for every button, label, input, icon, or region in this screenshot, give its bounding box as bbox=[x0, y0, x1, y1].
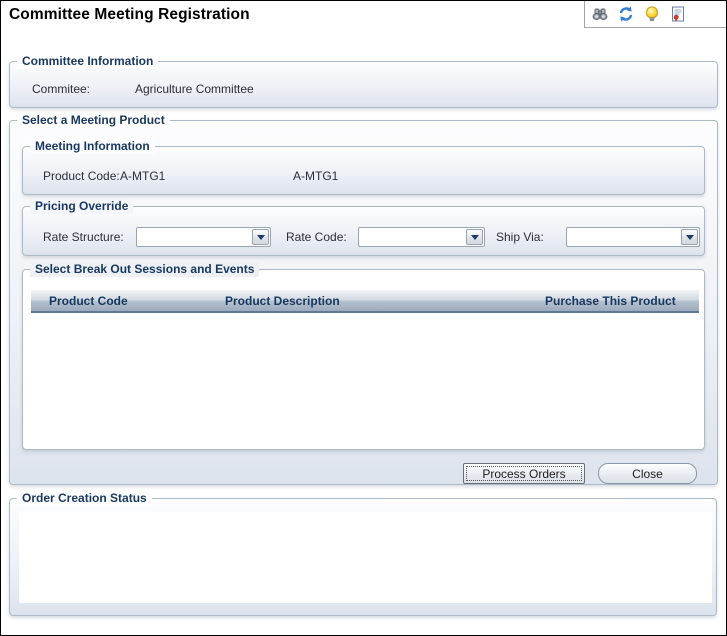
order-creation-status-panel: Order Creation Status bbox=[9, 491, 717, 616]
report-icon[interactable] bbox=[669, 5, 687, 23]
find-binoculars-icon[interactable] bbox=[591, 5, 609, 23]
committee-meeting-registration-window: Committee Meeting Registration Committee… bbox=[0, 0, 727, 636]
breakout-sessions-legend: Select Break Out Sessions and Events bbox=[30, 262, 260, 277]
process-orders-button[interactable]: Process Orders bbox=[463, 463, 585, 484]
page-title: Committee Meeting Registration bbox=[9, 6, 250, 23]
meeting-information-legend: Meeting Information bbox=[30, 139, 155, 154]
product-code-label: Product Code: bbox=[43, 169, 120, 183]
sessions-table-header: Product Code Product Description Purchas… bbox=[31, 290, 699, 313]
meeting-information-panel: Meeting Information Product Code: A-MTG1… bbox=[22, 139, 705, 195]
rate-code-label: Rate Code: bbox=[286, 230, 347, 244]
pricing-override-legend: Pricing Override bbox=[30, 199, 134, 214]
sessions-table-body bbox=[31, 315, 699, 443]
close-button[interactable]: Close bbox=[598, 463, 697, 484]
chevron-down-icon bbox=[256, 234, 265, 240]
refresh-icon[interactable] bbox=[617, 5, 635, 23]
order-creation-status-legend: Order Creation Status bbox=[17, 491, 152, 506]
committee-information-panel: Committee Information Commitee: Agricult… bbox=[9, 54, 718, 108]
pricing-override-panel: Pricing Override Rate Structure: Rate Co… bbox=[22, 199, 705, 256]
column-header-product-description: Product Description bbox=[225, 293, 340, 308]
committee-label: Commitee: bbox=[32, 82, 91, 96]
chevron-down-icon bbox=[685, 234, 694, 240]
ship-via-combobox[interactable] bbox=[566, 227, 700, 247]
product-code-value: A-MTG1 bbox=[120, 169, 166, 183]
chevron-down-icon bbox=[470, 234, 479, 240]
order-status-textarea[interactable] bbox=[19, 512, 712, 603]
rate-code-dropdown-button[interactable] bbox=[466, 229, 483, 245]
ship-via-label: Ship Via: bbox=[496, 230, 544, 244]
rate-code-combobox[interactable] bbox=[358, 227, 485, 247]
help-lightbulb-icon[interactable] bbox=[643, 5, 661, 23]
product-code-display: A-MTG1 bbox=[293, 169, 339, 183]
column-header-purchase-this-product: Purchase This Product bbox=[545, 293, 676, 308]
committee-value: Agriculture Committee bbox=[135, 82, 254, 96]
rate-structure-combobox[interactable] bbox=[136, 227, 271, 247]
toolbar bbox=[584, 1, 726, 28]
breakout-sessions-panel: Select Break Out Sessions and Events Pro… bbox=[22, 262, 705, 450]
rate-structure-label: Rate Structure: bbox=[43, 230, 124, 244]
select-meeting-product-panel: Select a Meeting Product Meeting Informa… bbox=[9, 113, 718, 485]
select-meeting-product-legend: Select a Meeting Product bbox=[17, 113, 170, 128]
column-header-product-code: Product Code bbox=[49, 293, 128, 308]
committee-information-legend: Committee Information bbox=[17, 54, 159, 69]
rate-structure-dropdown-button[interactable] bbox=[252, 229, 269, 245]
ship-via-dropdown-button[interactable] bbox=[681, 229, 698, 245]
